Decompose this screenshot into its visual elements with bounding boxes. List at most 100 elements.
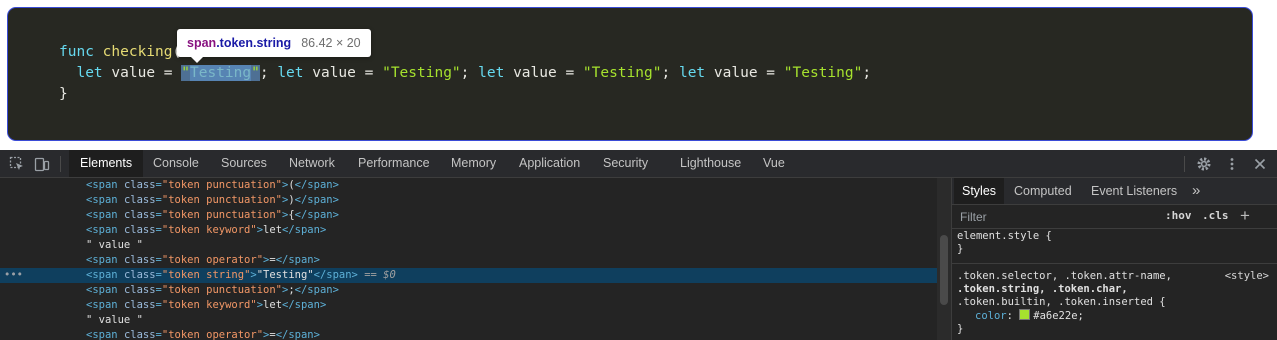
dom-node-row[interactable]: <span class="token punctuation">(</span> — [0, 178, 937, 193]
dom-node-row[interactable]: <span class="token keyword">let</span> — [0, 223, 937, 238]
node-console-ref: == $0 — [357, 269, 396, 281]
tab-application[interactable]: Application — [508, 150, 591, 177]
dom-text-node-row[interactable]: " value " — [0, 313, 937, 328]
code-string: "Testing" — [382, 65, 461, 81]
tab-computed[interactable]: Computed — [1006, 178, 1080, 204]
dom-node-row[interactable]: <span class="token punctuation">{</span> — [0, 208, 937, 223]
inspect-element-icon[interactable] — [9, 156, 25, 172]
node-class: token keyword — [168, 224, 251, 236]
toolbar-divider — [60, 156, 61, 172]
tab-vue[interactable]: Vue — [752, 150, 796, 177]
toolbar-divider — [1184, 156, 1185, 172]
node-class: token punctuation — [168, 179, 276, 191]
tab-security[interactable]: Security — [592, 150, 659, 177]
hover-state-toggle[interactable]: :hov — [1165, 209, 1192, 222]
color-swatch-icon[interactable] — [1019, 309, 1031, 320]
code-closing-brace: } — [59, 86, 68, 102]
tooltip-classes: .token.string — [216, 36, 292, 50]
style-rules: element.style { } <style> .token.selecto… — [952, 230, 1277, 336]
rule-selector-line[interactable]: .token.builtin, .token.inserted { — [957, 296, 1273, 309]
property-name[interactable]: color — [975, 310, 1007, 322]
tab-sources[interactable]: Sources — [210, 150, 278, 177]
styles-filter-input[interactable] — [956, 208, 1162, 226]
text-node: " value " — [86, 239, 143, 251]
node-class: token keyword — [168, 299, 251, 311]
node-class: token operator — [168, 329, 257, 340]
devtools-panel: Elements Console Sources Network Perform… — [0, 150, 1277, 340]
close-devtools-icon[interactable] — [1252, 156, 1268, 172]
styles-tabbar: Styles Computed Event Listeners » — [952, 178, 1277, 205]
tooltip-tag: span — [187, 36, 217, 50]
tab-styles[interactable]: Styles — [954, 178, 1005, 204]
tab-performance[interactable]: Performance — [347, 150, 441, 177]
dom-node-row[interactable]: <span class="token operator">=</span> — [0, 328, 937, 340]
token-rule: <style> .token.selector, .token.attr-nam… — [957, 270, 1273, 336]
tab-memory[interactable]: Memory — [440, 150, 507, 177]
rule-selector-line[interactable]: .token.string, .token.char, — [957, 283, 1273, 296]
tab-network[interactable]: Network — [278, 150, 346, 177]
highlighted-string-token[interactable]: "Testing" — [181, 65, 260, 81]
page-content: func checking( let value = "Testing"; le… — [0, 0, 1277, 150]
string-content: Testing — [190, 65, 252, 81]
node-class: token string — [168, 269, 245, 281]
node-class: token punctuation — [168, 194, 276, 206]
styles-filterbar: :hov .cls + — [952, 205, 1277, 229]
code-func-keyword: func — [59, 44, 94, 60]
tab-console[interactable]: Console — [142, 150, 210, 177]
device-toolbar-icon[interactable] — [34, 156, 50, 172]
code-string: "Testing" — [783, 65, 863, 81]
devtools-tabbar: Elements Console Sources Network Perform… — [0, 150, 1277, 178]
node-actions-dots[interactable]: ••• — [4, 268, 23, 283]
dom-node-row[interactable]: <span class="token keyword">let</span> — [0, 298, 937, 313]
selected-dom-node-row[interactable]: ••• <span class="token string">"Testing"<… — [0, 268, 937, 283]
code-statement: value = — [705, 65, 784, 81]
elements-tree: <span class="token punctuation">(</span>… — [0, 178, 951, 340]
code-semicolon: ; — [661, 65, 671, 81]
tooltip-dimensions: 86.42 × 20 — [301, 36, 361, 50]
string-quote-close: " — [251, 65, 260, 81]
node-text: let — [263, 299, 283, 311]
rule-divider — [952, 263, 1277, 264]
add-rule-icon[interactable]: + — [1240, 206, 1250, 226]
rule-source-link[interactable]: <style> — [1225, 270, 1269, 283]
elements-scrollbar-thumb[interactable] — [940, 235, 948, 305]
code-var-name: value — [111, 65, 156, 81]
node-text: let — [263, 224, 283, 236]
tab-lighthouse[interactable]: Lighthouse — [669, 150, 752, 177]
code-let-keyword: let — [76, 65, 103, 81]
string-quote-open: " — [181, 65, 190, 81]
settings-gear-icon[interactable] — [1196, 156, 1212, 172]
more-tabs-chevron-icon[interactable]: » — [1184, 178, 1208, 204]
code-let-keyword: let — [277, 65, 304, 81]
rule-declaration[interactable]: color: #a6e22e; — [957, 309, 1273, 323]
code-semicolon: ; — [259, 65, 269, 81]
dom-node-row[interactable]: <span class="token punctuation">;</span> — [0, 283, 937, 298]
property-value[interactable]: #a6e22e — [1033, 310, 1077, 322]
rule-close: } — [957, 323, 964, 335]
text-node: " value " — [86, 314, 143, 326]
element-style-selector[interactable]: element.style { — [957, 230, 1273, 243]
code-let-keyword: let — [678, 65, 706, 81]
dom-text-node-row[interactable]: " value " — [0, 238, 937, 253]
code-statement: value = — [303, 65, 383, 81]
inspect-tooltip: span .token.string 86.42 × 20 — [177, 29, 371, 63]
styles-pane: Styles Computed Event Listeners » :hov .… — [951, 178, 1277, 340]
code-string: "Testing" — [582, 65, 662, 81]
dom-node-row[interactable]: <span class="token punctuation">)</span> — [0, 193, 937, 208]
class-toggle[interactable]: .cls — [1202, 209, 1229, 222]
dom-node-row[interactable]: <span class="token operator">=</span> — [0, 253, 937, 268]
code-semicolon: ; — [460, 65, 470, 81]
code-operator: = — [163, 65, 173, 81]
code-block: func checking( let value = "Testing"; le… — [7, 7, 1253, 141]
element-style-close: } — [957, 243, 964, 255]
code-statement: value = — [504, 65, 583, 81]
tab-elements[interactable]: Elements — [69, 150, 144, 177]
more-options-icon[interactable] — [1224, 156, 1240, 172]
code-function-name: checking — [102, 44, 173, 60]
code-semicolon: ; — [862, 65, 872, 81]
node-class: token punctuation — [168, 284, 276, 296]
node-text: "Testing" — [256, 269, 314, 281]
tab-event-listeners[interactable]: Event Listeners — [1083, 178, 1185, 204]
node-class: token operator — [168, 254, 257, 266]
code-let-keyword: let — [478, 65, 505, 81]
